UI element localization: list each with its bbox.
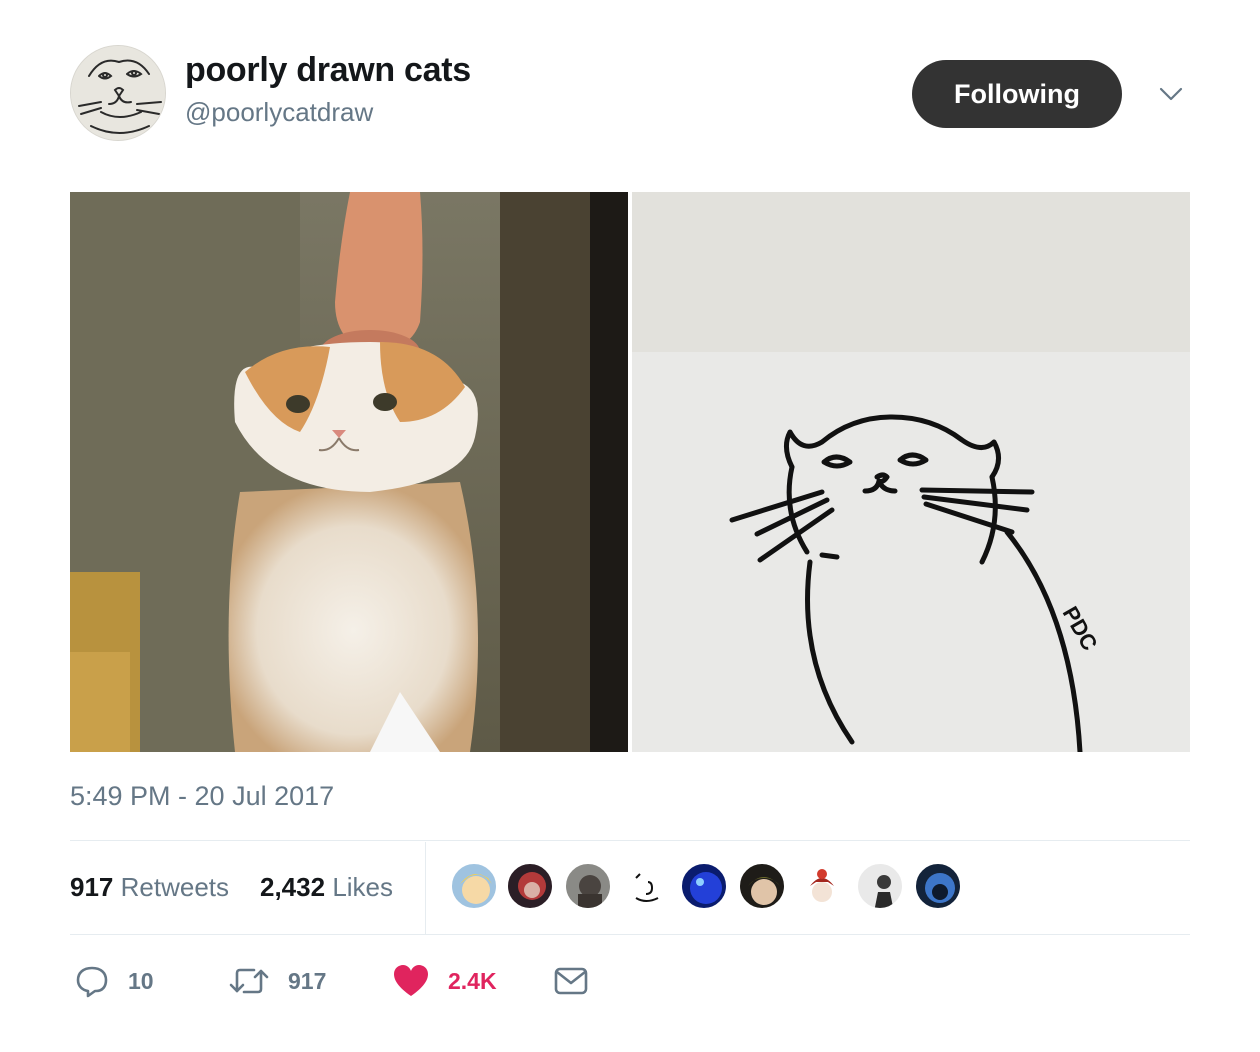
chevron-down-icon[interactable] [1158, 81, 1184, 107]
retweets-stat[interactable]: 917 Retweets [70, 872, 229, 903]
cat-drawing-image: PDC [632, 192, 1190, 752]
liker-avatar[interactable] [738, 862, 786, 910]
tweet-media: PDC [70, 192, 1190, 752]
cat-photo[interactable] [70, 192, 628, 752]
liker-avatar[interactable] [680, 862, 728, 910]
retweets-count: 917 [70, 872, 114, 902]
following-button[interactable]: Following [912, 60, 1122, 128]
likes-label: Likes [332, 872, 394, 902]
liker-avatar[interactable] [450, 862, 498, 910]
tweet-stats: 917 Retweets 2,432 Likes [70, 842, 1190, 934]
retweet-icon [229, 968, 269, 994]
reply-button[interactable]: 10 [74, 958, 154, 1004]
like-button[interactable]: 2.4K [392, 958, 497, 1004]
tweet-timestamp[interactable]: 5:49 PM - 20 Jul 2017 [70, 781, 334, 812]
likes-stat[interactable]: 2,432 Likes [260, 872, 393, 903]
author-handle[interactable]: @poorlycatdraw [185, 97, 373, 128]
cat-drawing[interactable]: PDC [632, 192, 1190, 752]
retweet-button[interactable]: 917 [228, 958, 326, 1004]
tweet-actions: 10 917 2.4K [70, 958, 770, 1004]
liker-avatar[interactable] [506, 862, 554, 910]
retweets-label: Retweets [120, 872, 230, 902]
liker-avatar[interactable] [856, 862, 904, 910]
stats-separator [425, 842, 426, 934]
avatar[interactable] [70, 45, 166, 141]
liker-avatar[interactable] [620, 862, 668, 910]
envelope-icon [554, 967, 588, 995]
liker-avatar[interactable] [564, 862, 612, 910]
liker-avatar[interactable] [796, 862, 844, 910]
liker-avatar[interactable] [914, 862, 962, 910]
reply-icon [76, 966, 108, 998]
heart-icon [394, 965, 428, 996]
likes-count: 2,432 [260, 872, 326, 902]
cat-photo-image [70, 192, 628, 752]
divider [70, 840, 1190, 841]
retweet-count: 917 [288, 967, 327, 994]
avatar-cat-doodle-icon [71, 46, 165, 140]
like-count: 2.4K [448, 967, 497, 994]
reply-count: 10 [128, 967, 154, 994]
author-display-name[interactable]: poorly drawn cats [185, 51, 471, 90]
tweet-header: poorly drawn cats @poorlycatdraw Followi… [70, 45, 1190, 145]
direct-message-button[interactable] [554, 958, 588, 1004]
divider [70, 934, 1190, 935]
